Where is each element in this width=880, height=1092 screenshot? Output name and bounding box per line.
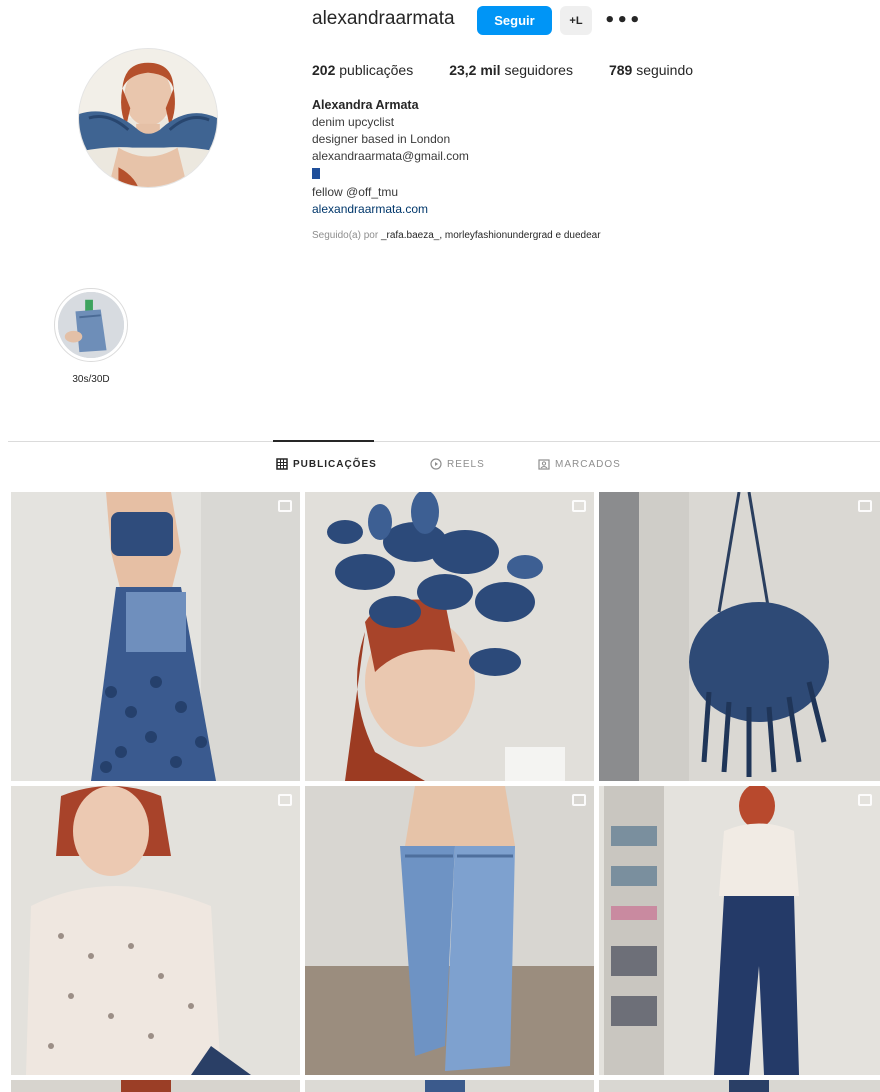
followers-stat[interactable]: 23,2 mil seguidores xyxy=(449,62,573,78)
bio-email: alexandraarmata@gmail.com xyxy=(312,149,469,163)
post-tile[interactable] xyxy=(11,1080,300,1092)
tab-posts-label: PUBLICAÇÕES xyxy=(293,458,377,470)
post-photo-denim-boots xyxy=(305,786,594,1075)
carousel-icon xyxy=(572,500,586,512)
tabs-divider xyxy=(8,441,880,442)
followed-by-names: _rafa.baeza_, morleyfashionundergrad e d… xyxy=(380,230,601,241)
carousel-icon xyxy=(278,794,292,806)
tagged-icon xyxy=(538,459,550,470)
profile-username: alexandraarmata xyxy=(312,8,455,29)
tab-reels[interactable]: REELS xyxy=(430,458,485,470)
post-tile[interactable] xyxy=(305,786,594,1075)
post-tile[interactable] xyxy=(599,786,880,1075)
bio-line-1: denim upcyclist xyxy=(312,115,395,129)
highlight-label: 30s/30D xyxy=(72,374,110,385)
bio-emoji-icon xyxy=(312,165,752,184)
profile-photo xyxy=(79,49,217,187)
posts-label: publicações xyxy=(339,62,414,78)
post-tile[interactable] xyxy=(11,786,300,1075)
post-photo-partial xyxy=(305,1080,594,1092)
post-tile[interactable] xyxy=(599,492,880,781)
post-tile[interactable] xyxy=(599,1080,880,1092)
post-photo-denim-bag xyxy=(599,492,880,781)
following-count: 789 xyxy=(608,62,633,78)
followed-by-text[interactable]: Seguido(a) por _rafa.baeza_, morleyfashi… xyxy=(312,230,812,241)
posts-stat: 202 publicações xyxy=(312,62,413,78)
bio-line-fellow: fellow @off_tmu xyxy=(312,185,398,199)
post-tile[interactable] xyxy=(305,1080,594,1092)
tab-reels-label: REELS xyxy=(447,458,485,470)
story-highlight[interactable]: 30s/30D xyxy=(52,288,130,385)
tab-tagged-label: MARCADOS xyxy=(555,458,621,470)
post-photo-lace-shirt xyxy=(11,786,300,1075)
more-options-button[interactable]: ••• xyxy=(604,6,641,35)
active-tab-indicator xyxy=(273,440,374,442)
bio-line-2: designer based in London xyxy=(312,132,451,146)
post-photo-partial xyxy=(11,1080,300,1092)
carousel-icon xyxy=(572,794,586,806)
post-tile[interactable] xyxy=(305,492,594,781)
bio-full-name: Alexandra Armata xyxy=(312,98,419,112)
post-photo-partial xyxy=(599,1080,880,1092)
following-label: seguindo xyxy=(636,62,694,78)
followers-label: seguidores xyxy=(504,62,573,78)
post-photo-denim-headpiece xyxy=(305,492,594,781)
followed-by-prefix: Seguido(a) por xyxy=(312,230,379,241)
carousel-icon xyxy=(858,794,872,806)
post-photo-denim-skirt xyxy=(11,492,300,781)
carousel-icon xyxy=(858,500,872,512)
profile-avatar[interactable] xyxy=(78,48,218,188)
bio-website-link[interactable]: alexandraarmata.com xyxy=(312,201,752,218)
post-photo-lace-outfit xyxy=(599,786,880,1075)
reels-icon xyxy=(430,458,442,470)
posts-count: 202 xyxy=(312,62,336,78)
highlight-ring xyxy=(54,288,128,362)
profile-stats: 202 publicações 23,2 mil seguidores 789 … xyxy=(312,62,729,78)
denim-highlight-thumbnail xyxy=(58,292,124,358)
suggested-accounts-button[interactable]: +L xyxy=(560,6,592,35)
grid-icon xyxy=(276,458,288,470)
follow-button[interactable]: Seguir xyxy=(477,6,552,35)
post-tile[interactable] xyxy=(11,492,300,781)
profile-bio: Alexandra Armata denim upcyclist designe… xyxy=(312,97,752,218)
following-stat[interactable]: 789 seguindo xyxy=(609,62,693,78)
followers-count: 23,2 mil xyxy=(449,62,501,78)
tab-posts[interactable]: PUBLICAÇÕES xyxy=(276,458,377,470)
profile-tabs: PUBLICAÇÕES REELS MARCADOS xyxy=(0,458,880,478)
carousel-icon xyxy=(278,500,292,512)
tab-tagged[interactable]: MARCADOS xyxy=(538,458,621,470)
